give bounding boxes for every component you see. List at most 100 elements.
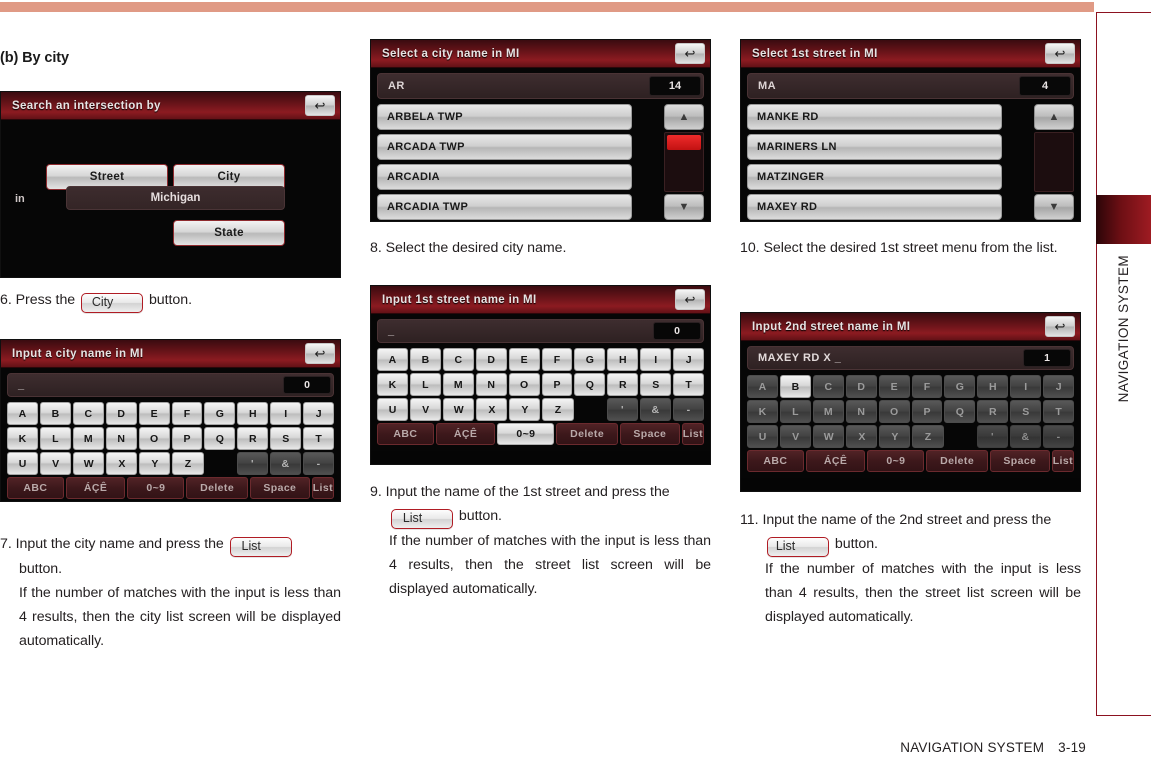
keyboard-key-x[interactable]: X: [476, 398, 508, 421]
keyboard-key-l[interactable]: L: [39, 427, 71, 450]
keyboard-key-e[interactable]: E: [508, 348, 540, 371]
city-list-query-field[interactable]: AR 14: [377, 73, 704, 99]
street1-name-input[interactable]: _ 0: [377, 319, 704, 343]
keyboard-key-b[interactable]: B: [409, 348, 441, 371]
list-item[interactable]: MARINERS LN: [747, 134, 1002, 160]
list-item[interactable]: ARCADIA: [377, 164, 632, 190]
keyboard-key-r[interactable]: R: [607, 373, 639, 396]
keyboard-key-h[interactable]: H: [237, 402, 269, 425]
keyboard-key-h[interactable]: H: [607, 348, 639, 371]
keyboard-key-y[interactable]: Y: [879, 425, 911, 448]
scroll-thumb[interactable]: [667, 135, 701, 150]
keyboard-key-f[interactable]: F: [171, 402, 203, 425]
keyboard-fn-[interactable]: ÁÇÊ: [65, 477, 126, 499]
keyboard-key-p[interactable]: P: [171, 427, 203, 450]
back-arrow-icon[interactable]: ↩: [305, 343, 335, 364]
keyboard-fn-list[interactable]: List: [311, 477, 334, 499]
keyboard-key-symbol[interactable]: ': [606, 398, 638, 421]
keyboard-key-v[interactable]: V: [40, 452, 72, 475]
keyboard-key-w[interactable]: W: [73, 452, 105, 475]
city-list-scrollbar[interactable]: ▲ ▼: [664, 104, 704, 220]
keyboard-key-symbol[interactable]: ': [236, 452, 268, 475]
list-item[interactable]: ARCADIA TWP: [377, 194, 632, 220]
keyboard-key-v[interactable]: V: [410, 398, 442, 421]
back-arrow-icon[interactable]: ↩: [1045, 316, 1075, 337]
back-arrow-icon[interactable]: ↩: [675, 289, 705, 310]
keyboard-key-f[interactable]: F: [911, 375, 943, 398]
keyboard-fn-list[interactable]: List: [681, 423, 704, 445]
keyboard-fn-delete[interactable]: Delete: [556, 423, 618, 445]
city-chip-button[interactable]: City: [81, 293, 144, 313]
keyboard-key-m[interactable]: M: [72, 427, 104, 450]
keyboard-fn-list[interactable]: List: [1051, 450, 1074, 472]
scroll-track[interactable]: [664, 132, 704, 192]
keyboard-key-a[interactable]: A: [747, 375, 778, 398]
keyboard-key-q[interactable]: Q: [574, 373, 606, 396]
scroll-up-icon[interactable]: ▲: [1034, 104, 1074, 130]
keyboard-key-a[interactable]: A: [7, 402, 38, 425]
keyboard-fn-0-9[interactable]: 0~9: [497, 423, 555, 445]
keyboard-key-g[interactable]: G: [204, 402, 236, 425]
street2-name-input[interactable]: MAXEY RD X _ 1: [747, 346, 1074, 370]
keyboard-fn-delete[interactable]: Delete: [186, 477, 248, 499]
keyboard-key-e[interactable]: E: [138, 402, 170, 425]
keyboard-key-q[interactable]: Q: [944, 400, 976, 423]
list-item[interactable]: ARBELA TWP: [377, 104, 632, 130]
keyboard-key-k[interactable]: K: [747, 400, 778, 423]
keyboard-key-e[interactable]: E: [878, 375, 910, 398]
back-arrow-icon[interactable]: ↩: [305, 95, 335, 116]
keyboard-key-z[interactable]: Z: [542, 398, 574, 421]
keyboard-key-w[interactable]: W: [443, 398, 475, 421]
keyboard-fn-[interactable]: ÁÇÊ: [435, 423, 496, 445]
keyboard-key-d[interactable]: D: [845, 375, 877, 398]
keyboard-key-q[interactable]: Q: [204, 427, 236, 450]
keyboard-key-n[interactable]: N: [475, 373, 507, 396]
list-item[interactable]: ARCADA TWP: [377, 134, 632, 160]
keyboard-key-symbol[interactable]: -: [302, 452, 334, 475]
keyboard-key-c[interactable]: C: [442, 348, 474, 371]
list-chip-button[interactable]: List: [391, 509, 453, 529]
keyboard-fn-space[interactable]: Space: [249, 477, 310, 499]
keyboard-key-i[interactable]: I: [640, 348, 672, 371]
keyboard-key-j[interactable]: J: [673, 348, 705, 371]
keyboard-key-c[interactable]: C: [72, 402, 104, 425]
keyboard-key-g[interactable]: G: [944, 375, 976, 398]
keyboard-key-t[interactable]: T: [303, 427, 335, 450]
scroll-down-icon[interactable]: ▼: [664, 194, 704, 220]
keyboard-key-g[interactable]: G: [574, 348, 606, 371]
scroll-down-icon[interactable]: ▼: [1034, 194, 1074, 220]
keyboard-key-l[interactable]: L: [779, 400, 811, 423]
keyboard-fn-[interactable]: ÁÇÊ: [805, 450, 866, 472]
keyboard-key-o[interactable]: O: [508, 373, 540, 396]
list-item[interactable]: MAXEY RD: [747, 194, 1002, 220]
keyboard-key-c[interactable]: C: [812, 375, 844, 398]
keyboard-key-n[interactable]: N: [845, 400, 877, 423]
back-arrow-icon[interactable]: ↩: [675, 43, 705, 64]
city-name-input[interactable]: _ 0: [7, 373, 334, 397]
keyboard-key-r[interactable]: R: [237, 427, 269, 450]
keyboard-key-y[interactable]: Y: [509, 398, 541, 421]
keyboard-key-u[interactable]: U: [7, 452, 39, 475]
keyboard-fn-space[interactable]: Space: [989, 450, 1050, 472]
keyboard-key-u[interactable]: U: [747, 425, 779, 448]
keyboard-key-i[interactable]: I: [270, 402, 302, 425]
keyboard-key-o[interactable]: O: [878, 400, 910, 423]
keyboard-key-a[interactable]: A: [377, 348, 408, 371]
keyboard-key-f[interactable]: F: [541, 348, 573, 371]
scroll-track[interactable]: [1034, 132, 1074, 192]
scroll-up-icon[interactable]: ▲: [664, 104, 704, 130]
keyboard-key-m[interactable]: M: [812, 400, 844, 423]
keyboard-key-n[interactable]: N: [105, 427, 137, 450]
keyboard-key-symbol[interactable]: -: [672, 398, 704, 421]
keyboard-key-u[interactable]: U: [377, 398, 409, 421]
keyboard-key-v[interactable]: V: [780, 425, 812, 448]
keyboard-key-p[interactable]: P: [541, 373, 573, 396]
keyboard-key-p[interactable]: P: [911, 400, 943, 423]
keyboard-key-symbol[interactable]: &: [639, 398, 671, 421]
keyboard-key-b[interactable]: B: [39, 402, 71, 425]
keyboard-key-h[interactable]: H: [977, 375, 1009, 398]
keyboard-key-s[interactable]: S: [270, 427, 302, 450]
keyboard-fn-space[interactable]: Space: [619, 423, 680, 445]
keyboard-key-l[interactable]: L: [409, 373, 441, 396]
list-item[interactable]: MATZINGER: [747, 164, 1002, 190]
